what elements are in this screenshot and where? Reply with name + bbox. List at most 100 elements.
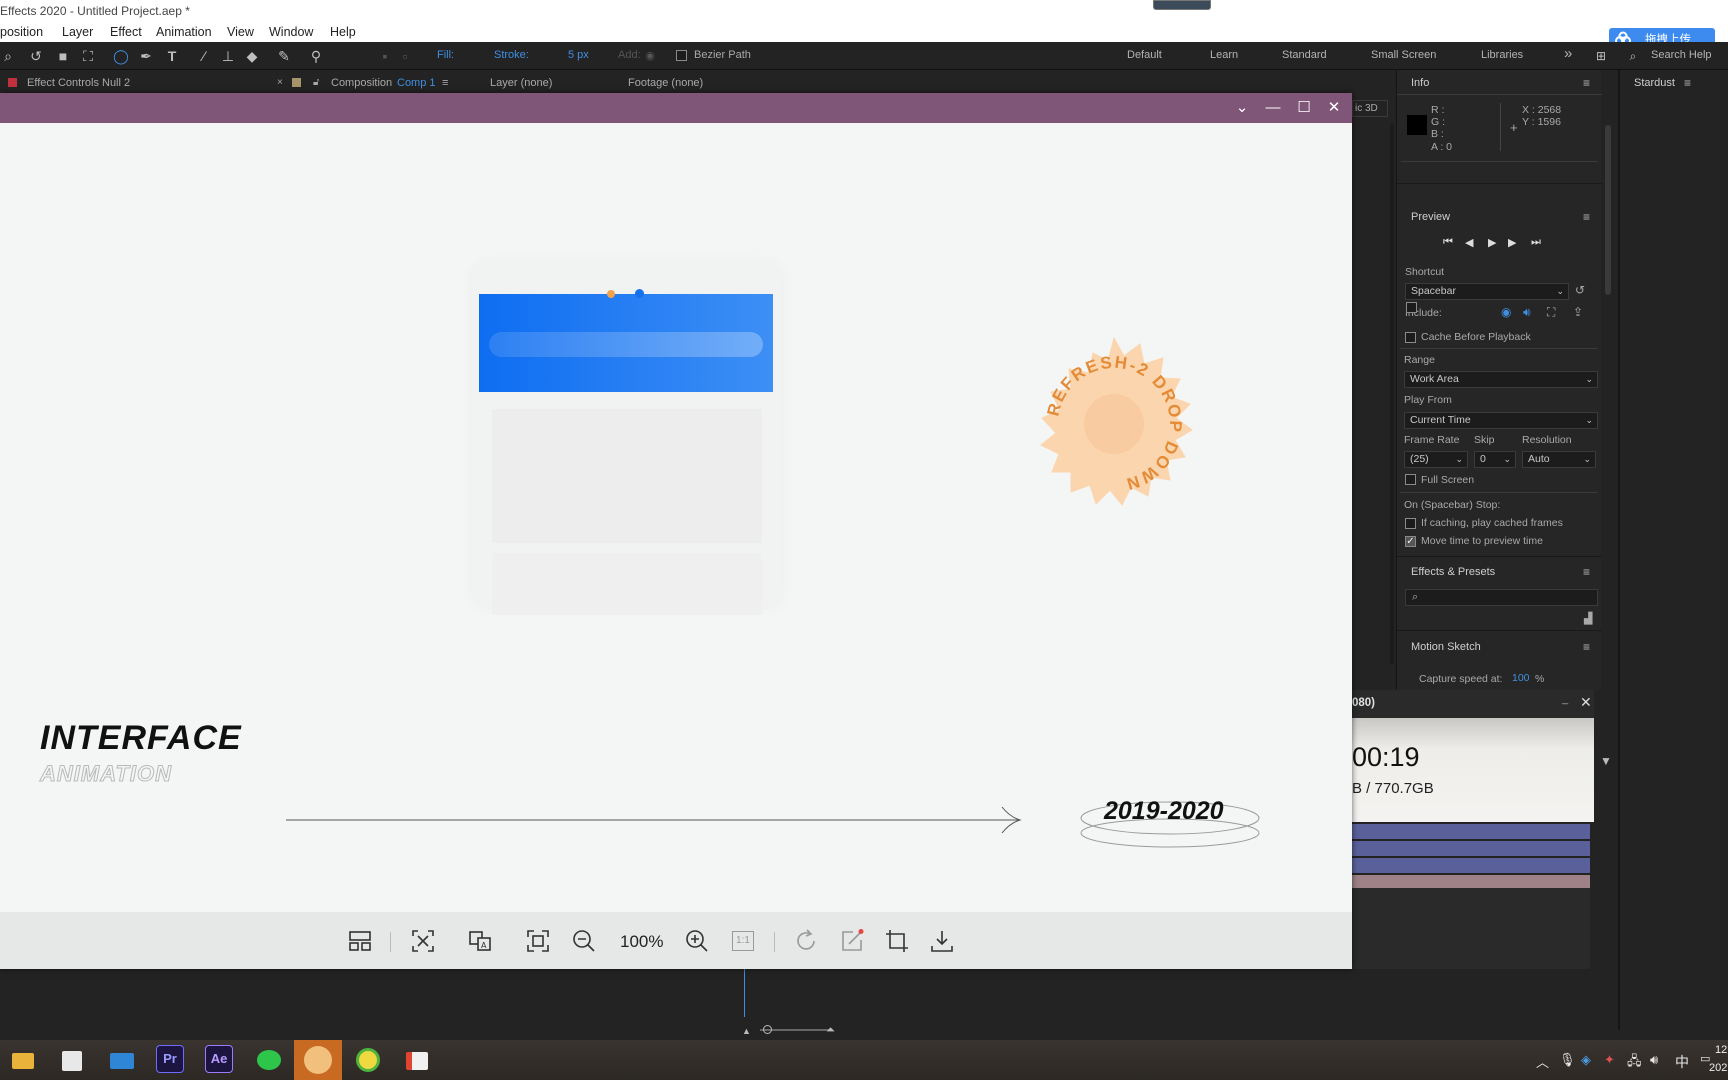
tab-menu-icon[interactable]: ≡ bbox=[442, 77, 448, 89]
eraser-tool-icon[interactable]: ◆ bbox=[242, 47, 262, 65]
fit-to-window-icon[interactable] bbox=[410, 928, 436, 954]
search-help-icon[interactable]: ⌕ bbox=[1626, 47, 1640, 65]
network-icon[interactable]: 🖧︎ bbox=[1627, 1052, 1642, 1074]
taskbar-mail[interactable] bbox=[107, 1045, 137, 1075]
volume-icon[interactable]: 🔊︎ bbox=[1650, 1052, 1658, 1068]
playhead[interactable] bbox=[744, 969, 745, 1017]
layer-bar[interactable] bbox=[1352, 824, 1590, 839]
effects-search-input[interactable]: ⌕ bbox=[1405, 589, 1598, 606]
include-export-icon[interactable]: ⇪ bbox=[1573, 305, 1583, 319]
chevron-down-icon[interactable]: ⌄ bbox=[1232, 98, 1252, 118]
taskbar-active-app[interactable] bbox=[294, 1040, 342, 1080]
workspace-libraries[interactable]: Libraries bbox=[1481, 49, 1523, 61]
tab-layer[interactable]: Layer (none) bbox=[490, 77, 552, 89]
viewer-title-bar[interactable]: ⌄ — ☐ ✕ bbox=[0, 93, 1352, 123]
menu-composition[interactable]: position bbox=[0, 25, 43, 39]
thumbnail-view-icon[interactable] bbox=[347, 928, 373, 954]
last-frame-icon[interactable]: ⏭︎ bbox=[1531, 236, 1541, 249]
stroke-label[interactable]: Stroke: bbox=[494, 49, 529, 61]
tab-composition-label[interactable]: Composition bbox=[331, 77, 392, 89]
tab-footage[interactable]: Footage (none) bbox=[628, 77, 703, 89]
layer-bar[interactable] bbox=[1352, 858, 1590, 873]
tab-effect-controls[interactable]: Effect Controls Null 2 bbox=[27, 77, 130, 89]
crop-icon[interactable] bbox=[884, 928, 910, 954]
shortcut-dropdown[interactable]: Spacebar ⌄ bbox=[1405, 283, 1569, 300]
camera-tool-icon[interactable]: ■ bbox=[52, 47, 74, 65]
fill-label[interactable]: Fill: bbox=[437, 49, 454, 61]
zoom-tool-icon[interactable]: ⌕ bbox=[0, 47, 16, 65]
menu-animation[interactable]: Animation bbox=[156, 25, 212, 39]
layer-bar[interactable] bbox=[1352, 875, 1590, 889]
input-method-indicator[interactable]: 中 bbox=[1675, 1052, 1689, 1072]
menu-view[interactable]: View bbox=[227, 25, 254, 39]
bezier-path-checkbox[interactable] bbox=[676, 50, 687, 61]
info-panel-menu-icon[interactable]: ≡ bbox=[1583, 76, 1590, 90]
snap-icon[interactable]: ▪ bbox=[376, 47, 394, 65]
stardust-panel-menu-icon[interactable]: ≡ bbox=[1684, 76, 1691, 90]
zoom-out-icon[interactable] bbox=[571, 928, 597, 954]
cache-checkbox[interactable] bbox=[1405, 332, 1416, 343]
grid-snap-icon[interactable]: ▫ bbox=[396, 47, 414, 65]
workspace-small-screen[interactable]: Small Screen bbox=[1371, 49, 1436, 61]
play-icon[interactable]: ▶︎ bbox=[1488, 236, 1496, 249]
taskbar-green-app[interactable] bbox=[353, 1045, 383, 1075]
effects-panel-menu-icon[interactable]: ≡ bbox=[1583, 565, 1590, 579]
taskbar-file-explorer[interactable] bbox=[8, 1045, 38, 1075]
previous-frame-icon[interactable]: ◀︎ bbox=[1465, 236, 1473, 249]
clock-date[interactable]: 202 bbox=[1709, 1062, 1727, 1074]
zoom-slider-handle[interactable] bbox=[763, 1025, 772, 1034]
cache-before-playback-checkbox[interactable] bbox=[1406, 302, 1417, 313]
close-tab-icon[interactable]: × bbox=[277, 77, 283, 88]
show-hidden-icons-icon[interactable]: ︿ bbox=[1536, 1052, 1549, 1071]
move-time-checkbox[interactable]: ✓ bbox=[1405, 536, 1416, 547]
taskbar-after-effects[interactable]: Ae bbox=[205, 1045, 233, 1073]
frame-rate-dropdown[interactable]: (25) ⌄ bbox=[1404, 451, 1468, 468]
timeline-marker-icon[interactable]: ▼ bbox=[1600, 754, 1614, 784]
workspace-learn[interactable]: Learn bbox=[1210, 49, 1238, 61]
clone-stamp-tool-icon[interactable]: ⊥ bbox=[218, 47, 238, 65]
close-icon[interactable]: ✕ bbox=[1580, 694, 1592, 711]
workspace-settings-icon[interactable]: ⊞ bbox=[1590, 47, 1612, 65]
rotate-icon[interactable] bbox=[793, 928, 819, 954]
rotate-tool-icon[interactable]: ↺ bbox=[26, 47, 46, 65]
ellipse-tool-icon[interactable]: ◯ bbox=[110, 47, 132, 65]
menu-help[interactable]: Help bbox=[330, 25, 356, 39]
preview-panel-menu-icon[interactable]: ≡ bbox=[1583, 210, 1590, 224]
security-icon[interactable]: ◈ bbox=[1581, 1052, 1591, 1068]
roto-brush-tool-icon[interactable]: ✎ bbox=[274, 47, 294, 65]
translate-image-icon[interactable]: A bbox=[467, 928, 493, 954]
download-icon[interactable] bbox=[929, 928, 955, 954]
taskbar-red-app[interactable] bbox=[402, 1045, 432, 1075]
search-help-input[interactable]: Search Help bbox=[1651, 49, 1712, 61]
full-screen-checkbox[interactable] bbox=[1405, 474, 1416, 485]
edit-image-icon[interactable] bbox=[839, 928, 865, 954]
menu-window[interactable]: Window bbox=[269, 25, 313, 39]
pen-tool-icon[interactable]: ✒ bbox=[136, 47, 156, 65]
workspace-standard[interactable]: Standard bbox=[1282, 49, 1327, 61]
resolution-dropdown[interactable]: Auto ⌄ bbox=[1522, 451, 1596, 468]
taskbar-store[interactable] bbox=[57, 1045, 87, 1075]
capture-speed-value[interactable]: 100 bbox=[1512, 672, 1530, 684]
puppet-pin-tool-icon[interactable]: ⚲ bbox=[306, 47, 326, 65]
include-video-icon[interactable]: ◉ bbox=[1501, 305, 1511, 319]
minimize-icon[interactable]: — bbox=[1263, 98, 1283, 118]
pan-behind-tool-icon[interactable]: ⛶ bbox=[78, 47, 98, 65]
minimize-icon[interactable]: _ bbox=[1562, 693, 1568, 705]
first-frame-icon[interactable]: ⏮︎ bbox=[1443, 236, 1453, 249]
workspace-default[interactable]: Default bbox=[1127, 49, 1162, 61]
if-caching-checkbox[interactable] bbox=[1405, 518, 1416, 529]
menu-effect[interactable]: Effect bbox=[110, 25, 142, 39]
floating-indicator[interactable] bbox=[1153, 0, 1211, 10]
zoom-out-icon[interactable]: ▲ bbox=[742, 1026, 751, 1036]
menu-layer[interactable]: Layer bbox=[62, 25, 93, 39]
zoom-in-icon[interactable]: ⏶ bbox=[826, 1024, 835, 1037]
panel-divider[interactable] bbox=[1390, 124, 1394, 664]
microphone-icon[interactable]: 🎙︎ bbox=[1559, 1052, 1576, 1068]
full-screen-icon[interactable] bbox=[525, 928, 551, 954]
tab-composition-name[interactable]: Comp 1 bbox=[397, 77, 436, 89]
add-dropdown-icon[interactable]: ◉ bbox=[642, 47, 658, 65]
taskbar-premiere[interactable]: Pr bbox=[156, 1045, 184, 1073]
tray-app-icon[interactable]: ✦ bbox=[1604, 1052, 1615, 1068]
next-frame-icon[interactable]: ▶︎ bbox=[1508, 236, 1516, 249]
maximize-icon[interactable]: ☐ bbox=[1294, 98, 1314, 118]
